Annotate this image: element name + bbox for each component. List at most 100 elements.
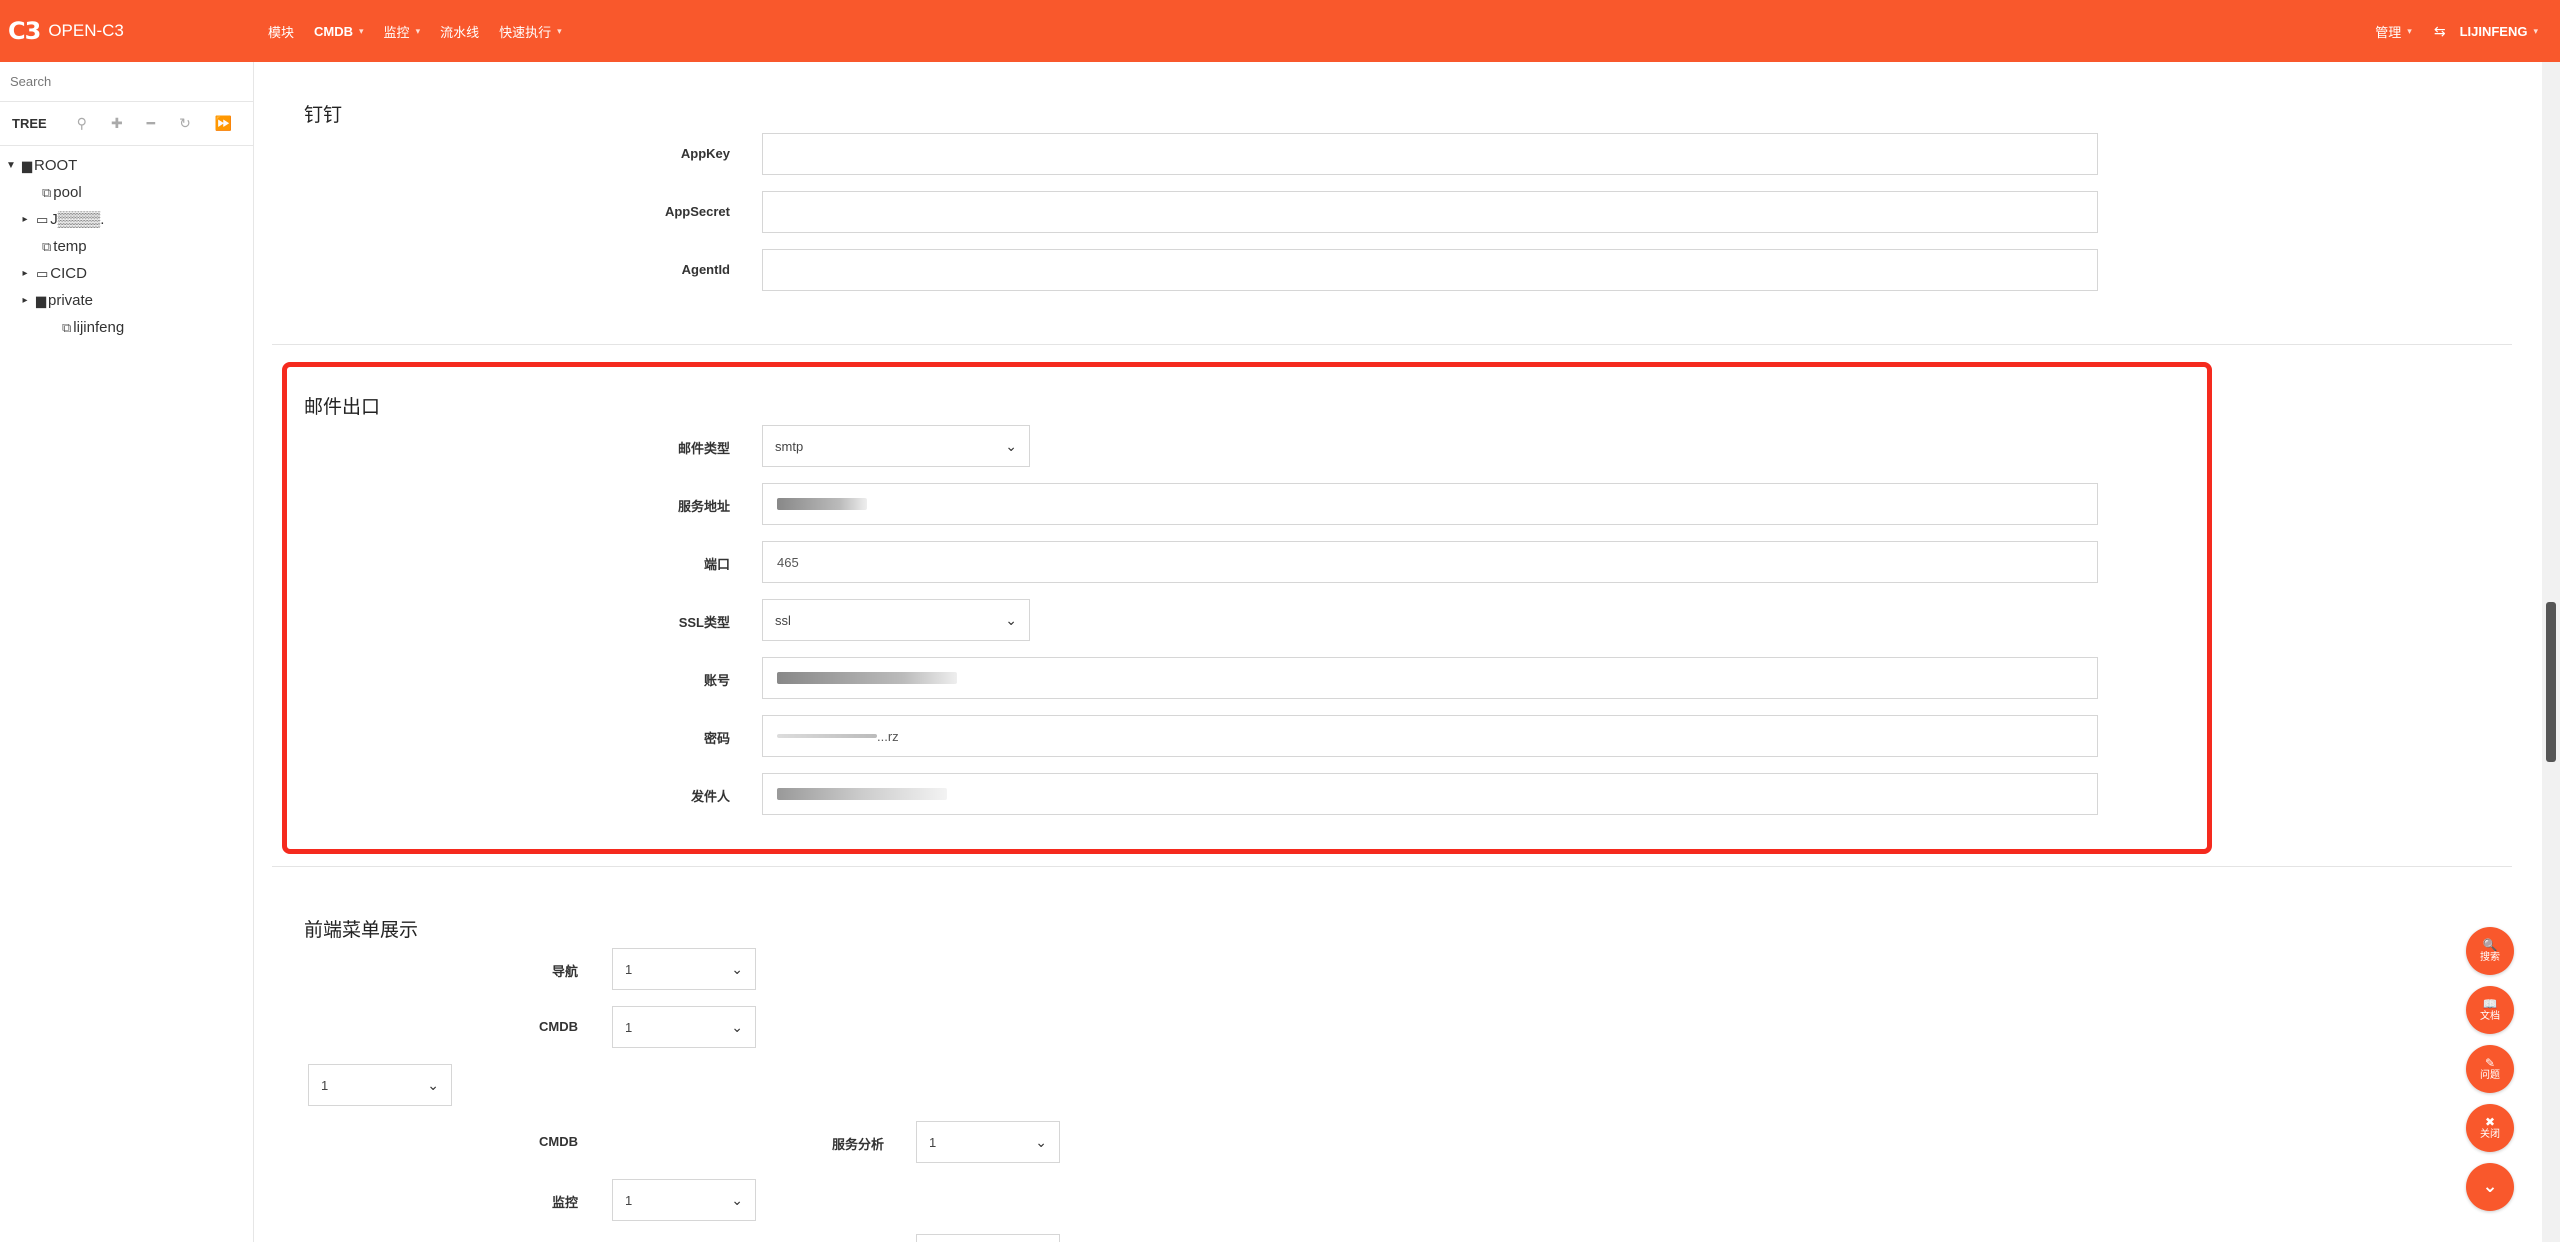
password-label: 密码 (703, 731, 730, 746)
fab-label: 文档 (2480, 1011, 2500, 1023)
nav-item-label: 流水线 (440, 24, 480, 40)
brand[interactable]: C3 OPEN-C3 (8, 17, 260, 45)
user-name: LIJINFENG (2459, 23, 2528, 39)
appsecret-label: AppSecret (664, 204, 730, 219)
tree-node-label: temp (53, 238, 87, 255)
close-button[interactable]: ✖ 关闭 (2466, 1104, 2514, 1152)
cmdb-select[interactable]: 1 ⌄ (612, 1006, 756, 1048)
service-analysis-label: 服务分析 (831, 1137, 884, 1152)
caret-down-icon: ▾ (2407, 25, 2412, 36)
redacted-text (777, 672, 957, 684)
expand-all-icon[interactable]: ⏩ (215, 115, 232, 132)
server-label: 服务地址 (677, 499, 730, 514)
redacted-text (777, 498, 867, 510)
folder-outline-icon: ▭ (36, 265, 49, 281)
folder-outline-icon: ▭ (36, 211, 49, 227)
caret-down-icon: ▾ (2533, 25, 2538, 36)
docs-button[interactable]: 📖 文档 (2466, 986, 2514, 1034)
nav-item-monitor[interactable]: 监控 ▾ (384, 22, 421, 41)
chevron-down-icon: ⌄ (731, 1191, 743, 1208)
extra-select[interactable]: 1 ⌄ (308, 1064, 452, 1106)
monitor-select[interactable]: 1 ⌄ (612, 1179, 756, 1221)
search-button[interactable]: 🔍 搜索 (2466, 927, 2514, 975)
refresh-icon[interactable]: ↻ (179, 115, 191, 132)
scrollbar-thumb[interactable] (2546, 602, 2556, 762)
tree-node-label: private (48, 292, 94, 309)
tree-label: TREE (12, 116, 47, 131)
issue-button[interactable]: ✎ 问题 (2466, 1045, 2514, 1093)
ssl-type-select[interactable]: ssl ⌄ (762, 599, 1030, 641)
fab-label: 问题 (2480, 1070, 2500, 1082)
chevron-down-icon: ⌄ (1035, 1133, 1047, 1150)
agentid-label: AgentId (681, 262, 730, 277)
agentid-input[interactable] (762, 249, 2098, 291)
caret-right-icon[interactable]: ▸ (18, 268, 32, 279)
nav-select[interactable]: 1 ⌄ (612, 948, 756, 990)
mail-type-label: 邮件类型 (677, 441, 730, 456)
nav-item-admin[interactable]: 管理 ▾ (2375, 22, 2412, 41)
remove-icon[interactable]: ━ (147, 115, 155, 132)
fab-label: 搜索 (2480, 952, 2500, 964)
sidebar: TREE ⚲ ✚ ━ ↻ ⏩ ▼ ▆ ROOT ⧉ pool ▸ ▭ J▒▒▒▒… (0, 62, 254, 1242)
tree-node-label: J▒▒▒▒. (50, 211, 105, 228)
nav-right: 管理 ▾ ⇆ LIJINFENG ▾ (2375, 0, 2538, 62)
nav-item-label: 管理 (2375, 24, 2402, 40)
search-icon: 🔍 (2482, 937, 2498, 952)
nav-item-quick-exec[interactable]: 快速执行 ▾ (499, 22, 562, 41)
nav-item-modules[interactable]: 模块 (268, 22, 294, 41)
mail-type-select[interactable]: smtp ⌄ (762, 425, 1030, 467)
partial-select[interactable] (916, 1234, 1060, 1242)
sender-label: 发件人 (690, 789, 730, 804)
nav-menu: 模块 CMDB ▾ 监控 ▾ 流水线 快速执行 ▾ (268, 22, 582, 41)
chevron-down-icon: ⌄ (1005, 437, 1017, 454)
collapse-button[interactable]: ⌄ (2466, 1163, 2514, 1211)
appkey-input[interactable] (762, 133, 2098, 175)
locate-icon[interactable]: ⚲ (77, 115, 87, 132)
ssl-type-label: SSL类型 (678, 615, 730, 630)
tree-node-label: lijinfeng (73, 319, 125, 336)
caret-right-icon[interactable]: ▸ (18, 214, 32, 225)
scrollbar[interactable] (2542, 62, 2560, 1242)
language-icon[interactable]: ⇆ (2434, 23, 2446, 40)
search-input[interactable] (10, 74, 244, 89)
caret-right-icon[interactable]: ▸ (18, 295, 32, 306)
user-menu[interactable]: LIJINFENG ▾ (2460, 24, 2538, 39)
monitor-select-label: 监控 (551, 1195, 578, 1210)
select-value: 1 (321, 1077, 329, 1093)
tree-node-j[interactable]: ▸ ▭ J▒▒▒▒. (0, 206, 253, 233)
top-navbar: C3 OPEN-C3 模块 CMDB ▾ 监控 ▾ 流水线 快速执行 ▾ 管理 … (0, 0, 2560, 62)
select-value: ssl (775, 612, 791, 628)
add-icon[interactable]: ✚ (111, 115, 123, 132)
appsecret-input[interactable] (762, 191, 2098, 233)
nav-item-label: CMDB (314, 23, 354, 39)
nav-item-pipeline[interactable]: 流水线 (440, 22, 479, 41)
select-value: smtp (775, 438, 804, 454)
divider (272, 866, 2512, 867)
tree-node-temp[interactable]: ⧉ temp (0, 233, 253, 260)
select-value: 1 (625, 961, 633, 977)
service-analysis-select[interactable]: 1 ⌄ (916, 1121, 1060, 1163)
logo-icon: C3 (8, 17, 41, 45)
tree-node-private[interactable]: ▸ ▆ private (0, 287, 253, 314)
chevron-down-icon: ⌄ (731, 1018, 743, 1035)
section-title-frontend-menu: 前端菜单展示 (304, 920, 419, 941)
nav-item-label: 模块 (268, 24, 295, 40)
port-input[interactable]: 465 (762, 541, 2098, 583)
select-value: 1 (625, 1192, 633, 1208)
sender-input[interactable] (762, 773, 2098, 815)
account-label: 账号 (703, 673, 730, 688)
tree-node-lijinfeng[interactable]: ⧉ lijinfeng (0, 314, 253, 341)
cmdb2-label: CMDB (539, 1134, 578, 1149)
server-input[interactable] (762, 483, 2098, 525)
password-input[interactable]: ...rz (762, 715, 2098, 757)
tree-node-pool[interactable]: ⧉ pool (0, 179, 253, 206)
tree-node-cicd[interactable]: ▸ ▭ CICD (0, 260, 253, 287)
divider (272, 344, 2512, 345)
tree-node-root[interactable]: ▼ ▆ ROOT (0, 152, 253, 179)
chevron-down-icon[interactable]: ▼ (4, 160, 18, 171)
tree-node-label: ROOT (34, 157, 78, 174)
account-input[interactable] (762, 657, 2098, 699)
select-value: 1 (625, 1019, 633, 1035)
caret-down-icon: ▾ (359, 25, 364, 36)
nav-item-cmdb[interactable]: CMDB ▾ (314, 24, 364, 39)
